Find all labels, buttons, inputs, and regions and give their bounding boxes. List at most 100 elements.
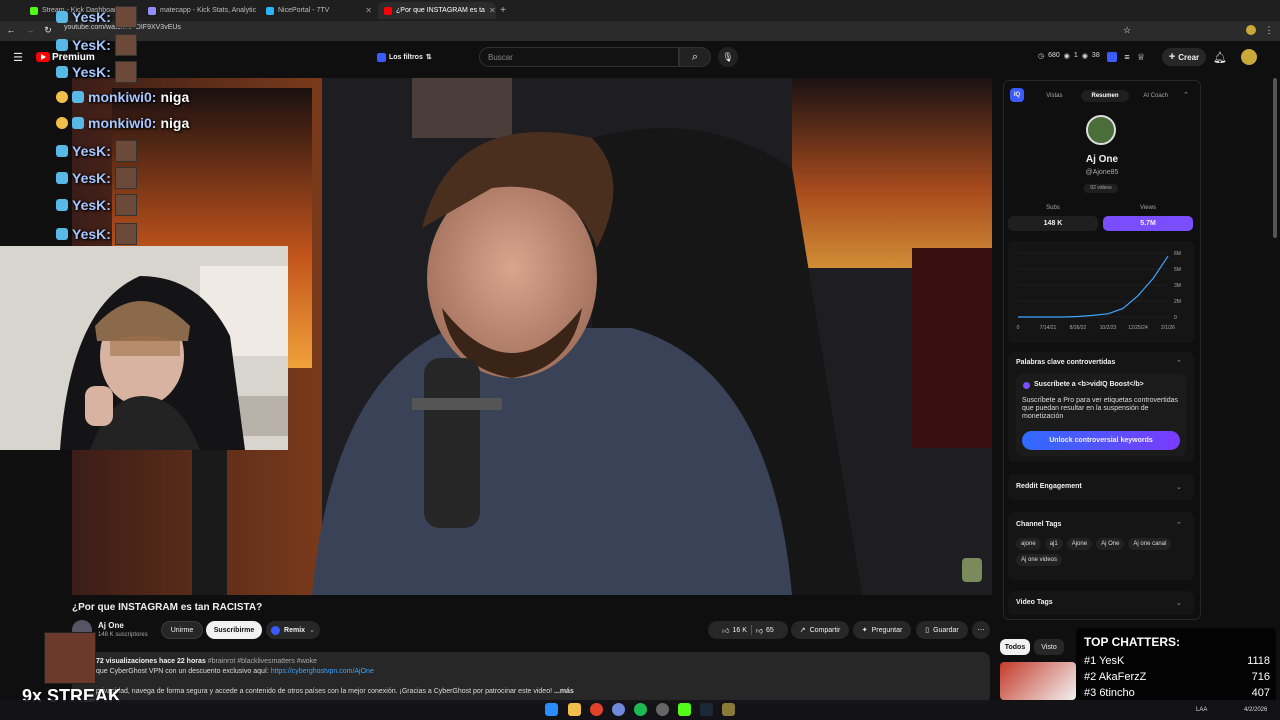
hamburger-menu-icon[interactable]: ☰ xyxy=(12,51,24,64)
forward-icon[interactable]: → xyxy=(25,25,35,35)
browser-menu-icon[interactable]: ⋮ xyxy=(1264,25,1274,35)
chart-y-tick: 5M xyxy=(1174,267,1181,273)
tag-chip[interactable]: aj1 xyxy=(1044,538,1063,550)
save-button[interactable]: ▯ Guardar xyxy=(916,621,968,639)
spotify-icon[interactable] xyxy=(634,703,647,716)
sword-badge-icon xyxy=(56,11,68,23)
chevron-up-icon[interactable]: ⌃ xyxy=(1176,359,1182,367)
ask-button[interactable]: ✦ Preguntar xyxy=(853,621,911,639)
chevron-down-icon[interactable]: ⌄ xyxy=(1176,599,1182,607)
trophy-icon[interactable]: ♕ xyxy=(1136,51,1146,63)
top-chatters-title: TOP CHATTERS: xyxy=(1084,635,1181,649)
dislike-button[interactable]: 👎︎ 65 xyxy=(756,626,774,635)
system-date[interactable]: 4/2/2026 xyxy=(1244,707,1267,713)
join-button[interactable]: Unirme xyxy=(161,621,203,639)
recommended-thumbnail[interactable] xyxy=(1000,662,1076,700)
obs-icon[interactable] xyxy=(656,703,669,716)
start-icon[interactable] xyxy=(545,703,558,716)
sponsor-link[interactable]: https://cyberghostvpn.com/AjOne xyxy=(271,668,374,675)
chart-svg: 0 2M 3M 5M 6M 0 7/14/21 8/26/22 10/2/23 12/25/24 2… xyxy=(1017,251,1181,331)
chatter-name: AkaFerzZ xyxy=(1098,671,1147,683)
file-explorer-icon[interactable] xyxy=(568,703,581,716)
tab-label: NicePortal - 7TV xyxy=(278,7,330,14)
chat-message: niga xyxy=(160,115,190,131)
chrome-icon[interactable] xyxy=(590,703,603,716)
tag-chip[interactable]: Aj One xyxy=(1096,538,1125,550)
more-actions-button[interactable]: ⋯ xyxy=(972,621,990,639)
filters-button[interactable]: Los filtros ⇅ xyxy=(377,50,432,64)
reload-icon[interactable]: ↻ xyxy=(43,25,53,35)
chart-x-tick: 0 xyxy=(1017,325,1020,331)
chat-line: monkiwi0: niga xyxy=(56,89,189,105)
chat-message: niga xyxy=(160,89,190,105)
back-icon[interactable]: ← xyxy=(6,25,16,35)
kick-app-icon[interactable] xyxy=(678,703,691,716)
subscribe-button[interactable]: Suscribirme xyxy=(206,621,262,639)
views-value: 5.7M xyxy=(1103,216,1193,231)
tag-chip[interactable]: ajone xyxy=(1016,538,1041,550)
chatter-name: YesK xyxy=(1099,655,1125,667)
app-icon[interactable] xyxy=(722,703,735,716)
stat-b: 1 xyxy=(1073,52,1078,59)
plus-icon: + xyxy=(1168,51,1176,63)
search-button[interactable]: ⌕ xyxy=(679,47,711,67)
bookmark-star-icon[interactable]: ☆ xyxy=(1122,25,1132,35)
emoji-badge-icon xyxy=(56,91,68,103)
stat-a: 680 xyxy=(1048,52,1060,59)
tab-ai-coach[interactable]: AI Coach xyxy=(1131,90,1180,102)
chart-x-tick: 12/25/24 xyxy=(1128,325,1148,331)
tab-resumen[interactable]: Resumen xyxy=(1080,90,1130,102)
tab-vistas[interactable]: Vistas xyxy=(1030,90,1079,102)
filters-label: Los filtros xyxy=(389,53,423,61)
unlock-keywords-button[interactable]: Unlock controversial keywords xyxy=(1022,431,1180,450)
close-icon[interactable]: ✕ xyxy=(489,6,496,15)
share-button[interactable]: ↗ Compartir xyxy=(791,621,849,639)
chip-watched[interactable]: Visto xyxy=(1034,639,1064,655)
browser-tab-3[interactable]: NicePortal - 7TV ✕ xyxy=(260,2,378,19)
subscribe-label: Suscribirme xyxy=(213,626,255,634)
sword-badge-icon xyxy=(56,39,68,51)
new-tab-icon[interactable]: + xyxy=(498,4,508,16)
profile-avatar[interactable] xyxy=(1246,25,1256,35)
reddit-title: Reddit Engagement xyxy=(1016,483,1082,490)
browser-tab-4[interactable]: ¿Por que INSTAGRAM es ta ✕ xyxy=(378,2,496,19)
search-input[interactable]: Buscar xyxy=(479,47,679,67)
discord-icon[interactable] xyxy=(612,703,625,716)
steam-icon[interactable] xyxy=(700,703,713,716)
vidiq-channel-name: Aj One xyxy=(1085,154,1119,165)
subscriber-count: 148 K suscriptores xyxy=(98,632,148,638)
voice-search-button[interactable]: 🎙 xyxy=(718,47,738,67)
create-button[interactable]: + Crear xyxy=(1162,48,1206,66)
list-icon[interactable]: ≡ xyxy=(1122,51,1132,63)
sword-badge-icon xyxy=(56,172,68,184)
boost-icon xyxy=(1023,382,1030,389)
tag-chip[interactable]: Ajone xyxy=(1066,538,1093,550)
divider xyxy=(750,625,752,635)
chevron-up-icon[interactable]: ⌃ xyxy=(1183,91,1189,99)
account-avatar[interactable] xyxy=(1241,49,1257,65)
create-label: Crear xyxy=(1178,52,1200,62)
channel-tags-title: Channel Tags xyxy=(1016,521,1062,528)
like-button[interactable]: 👍︎ 16 K xyxy=(722,626,747,635)
remix-button[interactable]: Remix ⌄ xyxy=(266,621,320,639)
chart-y-tick: 2M xyxy=(1174,299,1181,305)
keyboard-layout[interactable]: LAA xyxy=(1196,707,1207,713)
chevron-up-icon[interactable]: ⌃ xyxy=(1176,521,1182,529)
chat-line: YesK: xyxy=(56,223,137,245)
chip-all[interactable]: Todos xyxy=(1000,639,1030,655)
show-more-link[interactable]: ...más xyxy=(554,688,574,695)
vidiq-extension-icon[interactable] xyxy=(1107,52,1117,62)
bell-icon[interactable]: 🔔︎ xyxy=(1213,50,1227,64)
tag-chip[interactable]: Aj one canal xyxy=(1128,538,1172,550)
close-icon[interactable]: ✕ xyxy=(365,6,372,15)
description-text: privacidad, navega de forma segura y acc… xyxy=(96,688,553,695)
page-scrollbar[interactable] xyxy=(1273,78,1277,238)
channel-name[interactable]: Aj One xyxy=(98,621,124,630)
tag-chip[interactable]: Aj one videos xyxy=(1016,554,1063,566)
hashtags[interactable]: #brainrot #blacklivesmatters #woke xyxy=(208,658,317,665)
clock-icon: ◷ xyxy=(1038,53,1045,60)
chevron-down-icon[interactable]: ⌄ xyxy=(1176,483,1182,491)
chat-line: YesK: xyxy=(56,140,137,162)
browser-tab-2[interactable]: matecapp - Kick Stats, Analytic ✕ xyxy=(142,2,260,19)
chatter-count: 1118 xyxy=(1247,655,1270,667)
